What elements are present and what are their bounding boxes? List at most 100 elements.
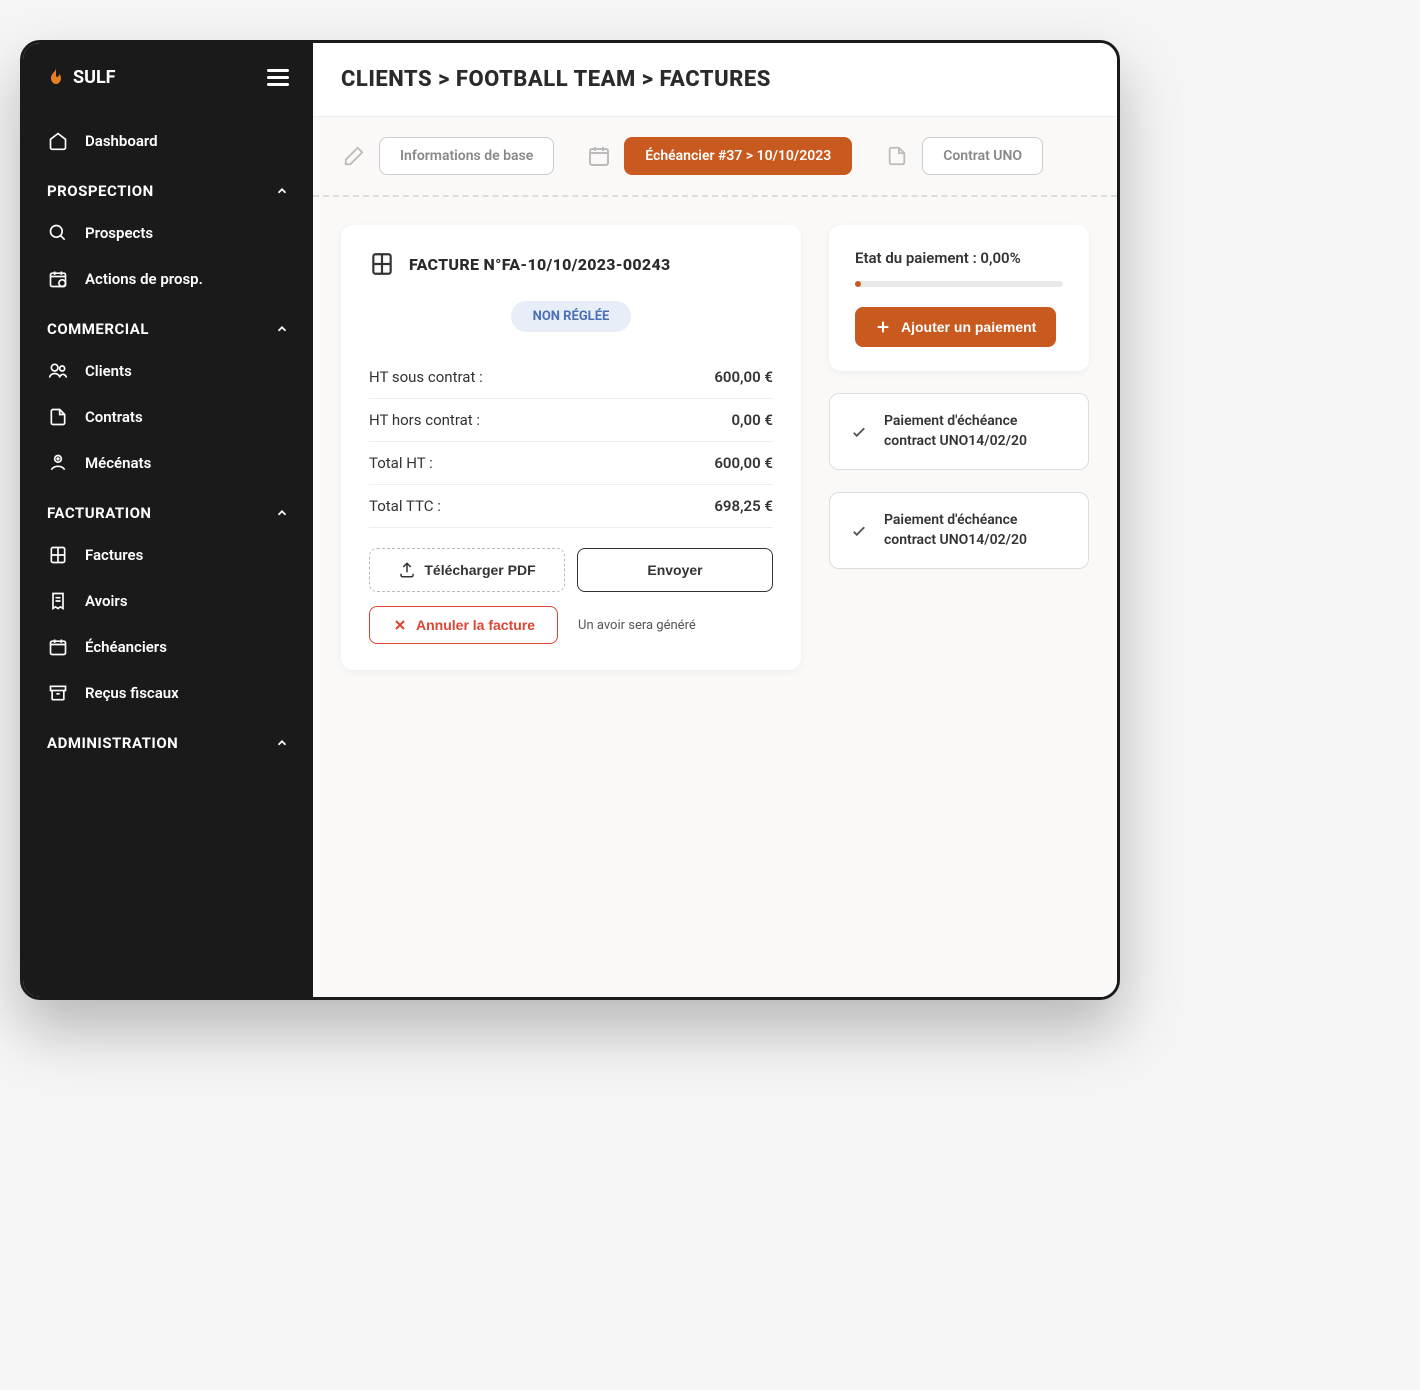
- tab-echeancier[interactable]: Échéancier #37 > 10/10/2023: [624, 137, 852, 175]
- plus-icon: [875, 319, 891, 335]
- payment-item[interactable]: Paiement d'échéance contract UNO14/02/20: [829, 492, 1089, 569]
- sidebar-item-mecenats[interactable]: Mécénats: [23, 440, 313, 486]
- sidebar-item-avoirs[interactable]: Avoirs: [23, 578, 313, 624]
- payment-status-card: Etat du paiement : 0,00% Ajouter un paie…: [829, 225, 1089, 371]
- sidebar-section-prospection[interactable]: PROSPECTION: [23, 164, 313, 210]
- archive-icon: [47, 682, 69, 704]
- sidebar-section-commercial[interactable]: COMMERCIAL: [23, 302, 313, 348]
- flame-icon: [47, 68, 65, 88]
- chevron-up-icon: [275, 736, 289, 750]
- sidebar-item-factures[interactable]: Factures: [23, 532, 313, 578]
- cards-row: FACTURE N°FA-10/10/2023-00243 NON RÉGLÉE…: [313, 197, 1117, 698]
- section-title: PROSPECTION: [47, 182, 154, 200]
- calculator-icon: [369, 251, 395, 277]
- invoice-row-label: HT hors contrat :: [369, 411, 480, 429]
- status-badge: NON RÉGLÉE: [511, 301, 632, 332]
- button-row: Télécharger PDF Envoyer: [369, 548, 773, 592]
- button-label: Télécharger PDF: [424, 562, 535, 578]
- calendar-icon: [47, 636, 69, 658]
- menu-toggle-icon[interactable]: [267, 69, 289, 86]
- main-content: CLIENTS > FOOTBALL TEAM > FACTURES Infor…: [313, 43, 1117, 997]
- invoice-header: FACTURE N°FA-10/10/2023-00243: [369, 251, 773, 277]
- cancel-invoice-button[interactable]: Annuler la facture: [369, 606, 558, 644]
- close-icon: [392, 617, 408, 633]
- home-icon: [47, 130, 69, 152]
- chevron-up-icon: [275, 506, 289, 520]
- send-button[interactable]: Envoyer: [577, 548, 773, 592]
- brand-name: SULF: [73, 67, 116, 88]
- tab-contrat[interactable]: Contrat UNO: [922, 137, 1043, 175]
- document-edit-icon: [884, 143, 910, 169]
- sidebar-item-dashboard[interactable]: Dashboard: [23, 118, 313, 164]
- sidebar-item-prospects[interactable]: Prospects: [23, 210, 313, 256]
- receipt-icon: [47, 590, 69, 612]
- button-label: Annuler la facture: [416, 617, 535, 633]
- invoice-row: HT sous contrat : 600,00 €: [369, 356, 773, 399]
- invoice-row-value: 600,00 €: [714, 454, 773, 472]
- right-column: Etat du paiement : 0,00% Ajouter un paie…: [829, 225, 1089, 569]
- sidebar-item-label: Contrats: [85, 408, 143, 426]
- invoice-row-value: 0,00 €: [731, 411, 773, 429]
- button-label: Envoyer: [647, 562, 702, 578]
- sidebar-item-contrats[interactable]: Contrats: [23, 394, 313, 440]
- payment-item-label: Paiement d'échéance contract UNO14/02/20: [884, 412, 1068, 451]
- invoice-title: FACTURE N°FA-10/10/2023-00243: [409, 255, 671, 274]
- sidebar-item-label: Mécénats: [85, 454, 151, 472]
- section-title: COMMERCIAL: [47, 320, 149, 338]
- content-area: Informations de base Échéancier #37 > 10…: [313, 116, 1117, 997]
- invoice-card: FACTURE N°FA-10/10/2023-00243 NON RÉGLÉE…: [341, 225, 801, 670]
- sidebar-item-clients[interactable]: Clients: [23, 348, 313, 394]
- donation-icon: [47, 452, 69, 474]
- chevron-up-icon: [275, 322, 289, 336]
- invoice-row-label: Total HT :: [369, 454, 433, 472]
- sidebar-section-administration[interactable]: ADMINISTRATION: [23, 716, 313, 762]
- button-row-2: Annuler la facture Un avoir sera généré: [369, 606, 773, 644]
- sidebar-item-label: Avoirs: [85, 592, 128, 610]
- invoice-row-label: Total TTC :: [369, 497, 441, 515]
- payment-item[interactable]: Paiement d'échéance contract UNO14/02/20: [829, 393, 1089, 470]
- section-title: ADMINISTRATION: [47, 734, 178, 752]
- sidebar-header: SULF: [23, 67, 313, 118]
- sidebar-item-label: Factures: [85, 546, 143, 564]
- invoice-row: HT hors contrat : 0,00 €: [369, 399, 773, 442]
- sidebar-item-label: Échéanciers: [85, 638, 167, 656]
- sidebar-item-label: Reçus fiscaux: [85, 684, 179, 702]
- add-payment-button[interactable]: Ajouter un paiement: [855, 307, 1056, 347]
- document-edit-icon: [47, 406, 69, 428]
- progress-bar: [855, 281, 1063, 287]
- calendar-icon: [586, 143, 612, 169]
- download-pdf-button[interactable]: Télécharger PDF: [369, 548, 565, 592]
- sidebar-item-actions-prosp[interactable]: Actions de prosp.: [23, 256, 313, 302]
- invoice-row-value: 600,00 €: [714, 368, 773, 386]
- sidebar-item-recus[interactable]: Reçus fiscaux: [23, 670, 313, 716]
- invoice-row-value: 698,25 €: [714, 497, 773, 515]
- invoice-row: Total TTC : 698,25 €: [369, 485, 773, 528]
- invoice-row: Total HT : 600,00 €: [369, 442, 773, 485]
- invoice-row-label: HT sous contrat :: [369, 368, 483, 386]
- sidebar: SULF Dashboard PROSPECTION Prospects: [23, 43, 313, 997]
- calculator-icon: [47, 544, 69, 566]
- sidebar-item-label: Prospects: [85, 224, 153, 242]
- sidebar-item-label: Clients: [85, 362, 132, 380]
- pencil-icon: [341, 143, 367, 169]
- sidebar-item-label: Actions de prosp.: [85, 270, 203, 288]
- logo: SULF: [47, 67, 116, 88]
- section-title: FACTURATION: [47, 504, 152, 522]
- calendar-clock-icon: [47, 268, 69, 290]
- magnifier-icon: [47, 222, 69, 244]
- check-icon: [850, 423, 868, 441]
- payment-status-label: Etat du paiement : 0,00%: [855, 249, 1063, 267]
- sidebar-section-facturation[interactable]: FACTURATION: [23, 486, 313, 532]
- sidebar-item-echeanciers[interactable]: Échéanciers: [23, 624, 313, 670]
- users-icon: [47, 360, 69, 382]
- cancel-note: Un avoir sera généré: [578, 618, 696, 633]
- tabs-row: Informations de base Échéancier #37 > 10…: [313, 117, 1117, 197]
- sidebar-item-label: Dashboard: [85, 132, 158, 150]
- check-icon: [850, 522, 868, 540]
- chevron-up-icon: [275, 184, 289, 198]
- breadcrumb: CLIENTS > FOOTBALL TEAM > FACTURES: [313, 43, 1117, 116]
- upload-icon: [398, 561, 416, 579]
- payment-item-label: Paiement d'échéance contract UNO14/02/20: [884, 511, 1068, 550]
- button-label: Ajouter un paiement: [901, 319, 1036, 335]
- tab-informations[interactable]: Informations de base: [379, 137, 554, 175]
